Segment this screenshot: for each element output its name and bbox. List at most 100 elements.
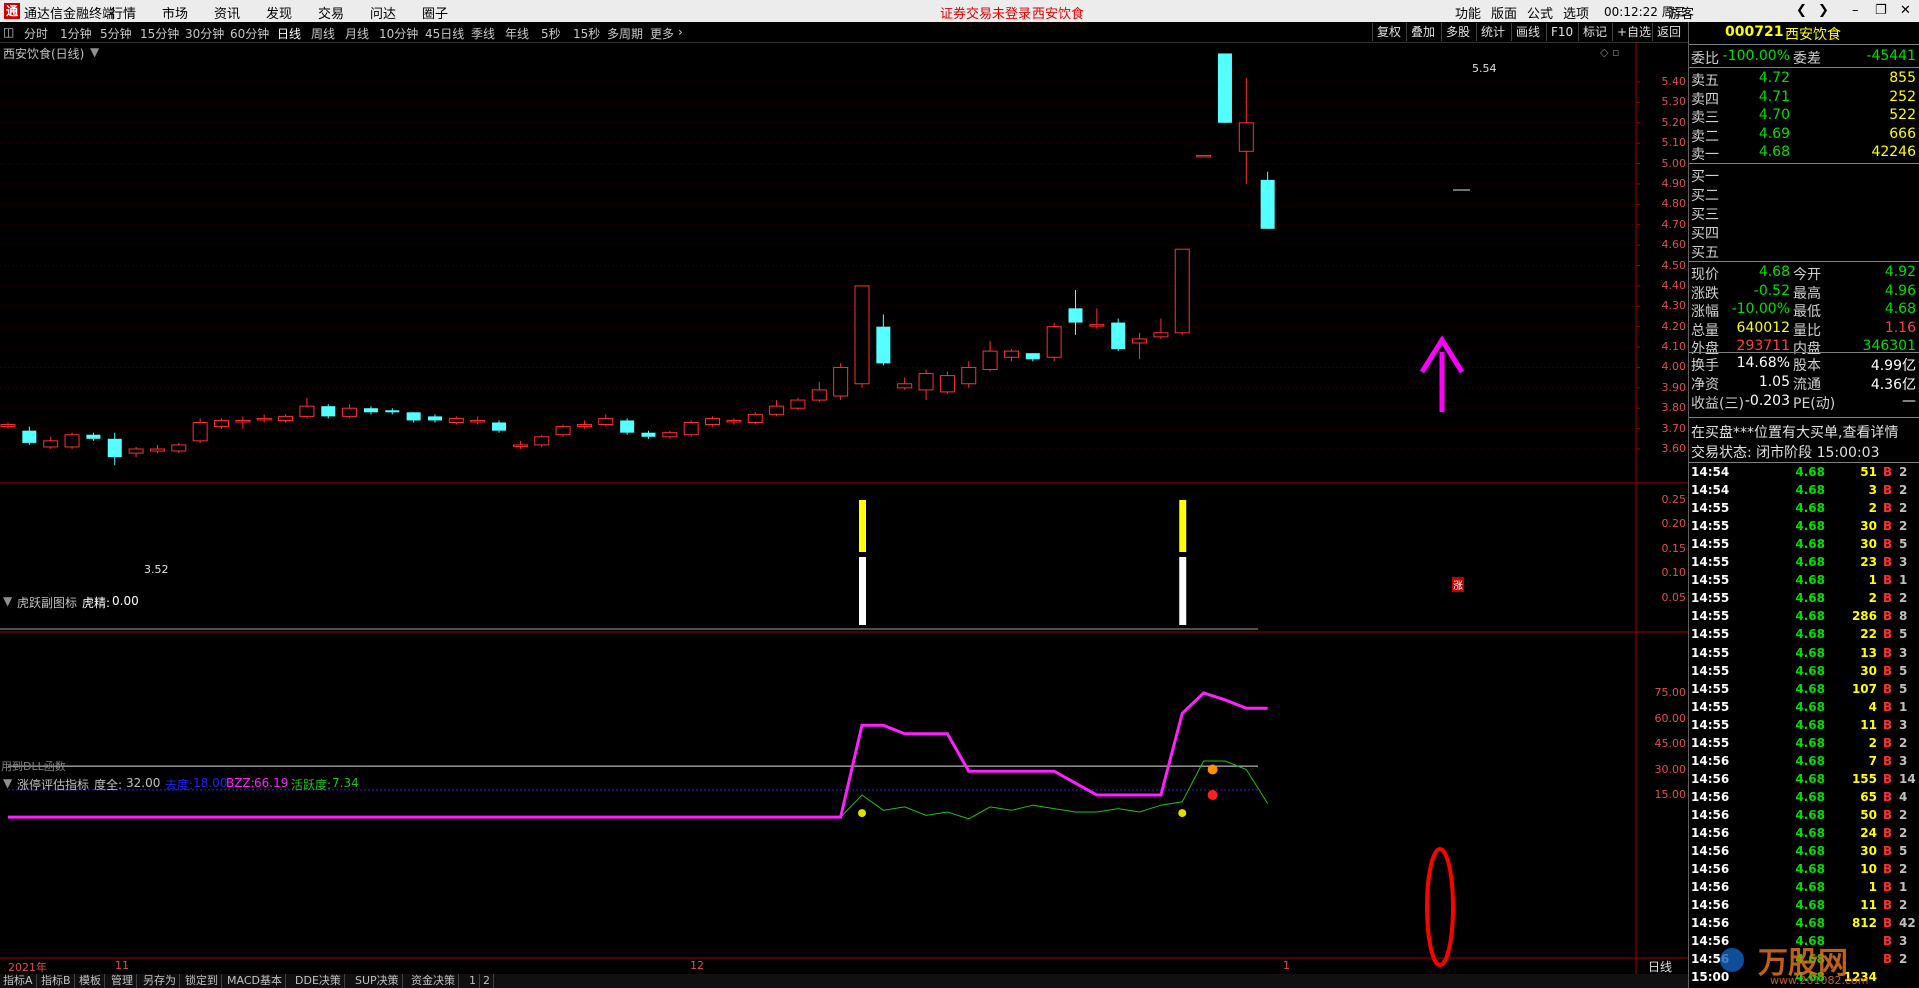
bottom-tab-2[interactable]: 模板 bbox=[76, 974, 105, 988]
period-tab-4[interactable]: 30分钟 bbox=[185, 25, 224, 42]
candle[interactable] bbox=[192, 418, 208, 443]
bottom-tab-5[interactable]: 锁定到 bbox=[182, 974, 222, 988]
more-chevron-icon[interactable]: › bbox=[678, 25, 683, 39]
period-tab-1[interactable]: 1分钟 bbox=[60, 25, 92, 42]
period-tab-8[interactable]: 月线 bbox=[345, 25, 369, 42]
toolbar-overlay[interactable]: 叠加 bbox=[1406, 23, 1439, 41]
period-tab-2[interactable]: 5分钟 bbox=[100, 25, 132, 42]
menu-formula[interactable]: 公式 bbox=[1527, 3, 1553, 22]
candle[interactable] bbox=[171, 442, 187, 454]
candle[interactable] bbox=[128, 446, 144, 458]
minimize-icon[interactable]: – bbox=[1852, 3, 1859, 18]
toolbar-add-watchlist[interactable]: +自选 bbox=[1612, 23, 1655, 41]
candle[interactable] bbox=[576, 420, 592, 429]
candle[interactable] bbox=[833, 363, 849, 401]
period-tab-5[interactable]: 60分钟 bbox=[230, 25, 269, 42]
toolbar-f10[interactable]: F10 bbox=[1546, 23, 1577, 41]
back-arrow-icon[interactable]: ❮ bbox=[1796, 3, 1807, 18]
menu-layout[interactable]: 版面 bbox=[1491, 3, 1517, 22]
bottom-tab-10[interactable]: 1 bbox=[466, 974, 480, 988]
ask-level-row[interactable]: 卖三 4.70 522 bbox=[1689, 107, 1919, 126]
candle[interactable] bbox=[961, 361, 977, 388]
chart-area[interactable]: ◇ ▫ bbox=[0, 42, 1688, 974]
candle[interactable] bbox=[705, 416, 721, 427]
menu-trade[interactable]: 交易 bbox=[318, 3, 344, 22]
candle[interactable] bbox=[534, 434, 550, 447]
candle[interactable] bbox=[1068, 289, 1083, 335]
menu-quotes[interactable]: 行情 bbox=[110, 3, 136, 22]
candle[interactable] bbox=[278, 414, 294, 423]
period-tab-15[interactable]: 多周期 bbox=[607, 25, 643, 42]
menu-discover[interactable]: 发现 bbox=[266, 3, 292, 22]
candle[interactable] bbox=[1174, 248, 1190, 335]
toolbar-back[interactable]: 返回 bbox=[1652, 23, 1685, 41]
sidebar-toggle-icon[interactable]: ◫ bbox=[3, 25, 14, 39]
candle[interactable] bbox=[299, 398, 315, 419]
bottom-tab-9[interactable]: 资金决策 bbox=[408, 974, 459, 988]
candle[interactable] bbox=[1111, 318, 1126, 352]
close-icon[interactable]: ✕ bbox=[1900, 3, 1911, 18]
period-tab-12[interactable]: 年线 bbox=[505, 25, 529, 42]
candle[interactable] bbox=[1238, 77, 1254, 184]
ask-level-row[interactable]: 卖五 4.72 855 bbox=[1689, 70, 1919, 89]
candle[interactable] bbox=[1196, 154, 1212, 158]
candle[interactable] bbox=[854, 285, 870, 388]
candle[interactable] bbox=[662, 430, 678, 439]
candle[interactable] bbox=[1260, 171, 1275, 229]
bid-level-row[interactable]: 买五 bbox=[1689, 242, 1919, 261]
toolbar-multi[interactable]: 多股 bbox=[1441, 23, 1474, 41]
candle[interactable] bbox=[726, 418, 742, 425]
candle[interactable] bbox=[1217, 53, 1232, 123]
toolbar-fuquan[interactable]: 复权 bbox=[1372, 23, 1405, 41]
period-tab-14[interactable]: 15秒 bbox=[573, 25, 600, 42]
candle[interactable] bbox=[1132, 332, 1148, 360]
bottom-tab-3[interactable]: 管理 bbox=[108, 974, 137, 988]
candle[interactable] bbox=[22, 426, 37, 445]
title-chevron-icon[interactable]: ▼ bbox=[90, 45, 99, 59]
candle[interactable] bbox=[256, 414, 272, 423]
candle[interactable] bbox=[0, 422, 16, 429]
candle[interactable] bbox=[1025, 353, 1040, 362]
ask-level-row[interactable]: 卖一 4.68 42246 bbox=[1689, 144, 1919, 163]
candle[interactable] bbox=[918, 369, 934, 401]
candle[interactable] bbox=[939, 371, 955, 394]
period-tab-6[interactable]: 日线 bbox=[277, 25, 301, 42]
candle[interactable] bbox=[982, 340, 998, 372]
period-tab-10[interactable]: 45日线 bbox=[425, 25, 464, 42]
candle[interactable] bbox=[492, 420, 507, 433]
candle[interactable] bbox=[683, 420, 699, 437]
candle[interactable] bbox=[107, 432, 122, 466]
menu-news[interactable]: 资讯 bbox=[214, 3, 240, 22]
candle[interactable] bbox=[1046, 322, 1062, 362]
candle[interactable] bbox=[512, 440, 528, 449]
menu-options[interactable]: 选项 bbox=[1563, 3, 1589, 22]
bid-level-row[interactable]: 买四 bbox=[1689, 223, 1919, 242]
menu-function[interactable]: 功能 bbox=[1455, 3, 1481, 22]
menu-wenda[interactable]: 问达 bbox=[370, 3, 396, 22]
bottom-tab-0[interactable]: 指标A bbox=[0, 974, 37, 988]
period-tab-more[interactable]: 更多 bbox=[650, 25, 674, 42]
candle[interactable] bbox=[747, 412, 763, 425]
candle[interactable] bbox=[897, 377, 913, 390]
candle[interactable] bbox=[64, 432, 80, 449]
candle[interactable] bbox=[363, 406, 378, 415]
toolbar-stats[interactable]: 统计 bbox=[1476, 23, 1509, 41]
candle[interactable] bbox=[769, 400, 785, 417]
candle[interactable] bbox=[1003, 349, 1019, 362]
candle[interactable] bbox=[448, 416, 464, 425]
bottom-tab-7[interactable]: DDE决策 bbox=[292, 974, 345, 988]
big-order-notice[interactable]: 在买盘***位置有大买单,查看详情 bbox=[1691, 422, 1898, 442]
candle[interactable] bbox=[1089, 308, 1105, 329]
login-warning[interactable]: 证券交易未登录 bbox=[940, 3, 1031, 22]
bottom-tab-6[interactable]: MACD基本 bbox=[224, 974, 286, 988]
bid-level-row[interactable]: 买三 bbox=[1689, 204, 1919, 223]
panel-ctrl-icon[interactable]: ◇ ▫ bbox=[1600, 46, 1619, 59]
candle[interactable] bbox=[876, 314, 891, 366]
ind2-collapse-icon[interactable]: ▼ bbox=[3, 776, 12, 790]
user-label[interactable]: 游客 bbox=[1668, 3, 1694, 22]
menu-circle[interactable]: 圈子 bbox=[422, 3, 448, 22]
candle[interactable] bbox=[555, 424, 571, 437]
candle[interactable] bbox=[470, 416, 486, 425]
bid-level-row[interactable]: 买一 bbox=[1689, 166, 1919, 185]
period-tab-7[interactable]: 周线 bbox=[311, 25, 335, 42]
